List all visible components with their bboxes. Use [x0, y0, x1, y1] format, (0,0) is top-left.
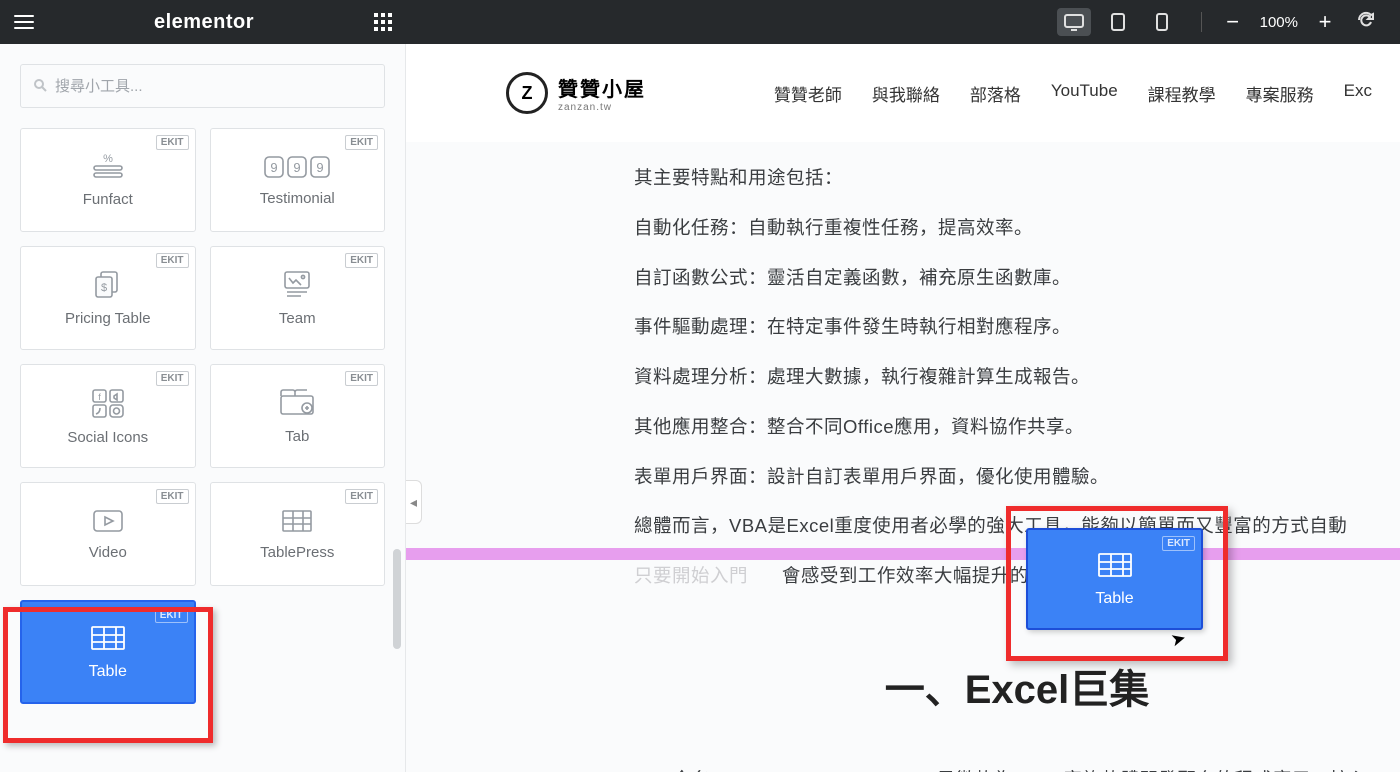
social-icon: f — [90, 387, 126, 419]
table-icon — [1095, 550, 1135, 580]
widget-funfact[interactable]: EKIT % Funfact — [20, 128, 196, 232]
nav-item[interactable]: YouTube — [1051, 81, 1118, 106]
separator — [1201, 12, 1202, 32]
widget-testimonial[interactable]: EKIT 9 9 9 Testimonial — [210, 128, 386, 232]
zoom-in-button[interactable]: + — [1316, 9, 1334, 35]
zoom-out-button[interactable]: − — [1224, 9, 1242, 35]
article-paragraph: 其他應用整合：整合不同Office應用，資料協作共享。 — [634, 413, 1400, 441]
site-nav: 贊贊老師 與我聯絡 部落格 YouTube 課程教學 專案服務 Exc — [774, 81, 1372, 106]
preview-canvas: ◂ Z 贊贊小屋 zanzan.tw 贊贊老師 與我聯絡 部落格 YouTube… — [406, 44, 1400, 772]
widget-label: Table — [89, 663, 127, 681]
video-icon — [91, 508, 125, 534]
table-icon — [88, 623, 128, 653]
brand-label: elementor — [154, 11, 254, 34]
apps-grid-icon[interactable] — [374, 13, 392, 31]
widget-tag: EKIT — [1162, 536, 1195, 551]
search-box — [20, 64, 385, 108]
widget-tag: EKIT — [345, 371, 378, 386]
zoom-value: 100% — [1260, 14, 1298, 31]
widget-team[interactable]: EKIT Team — [210, 246, 386, 350]
drag-ghost-table[interactable]: EKIT Table — [1026, 528, 1203, 630]
widget-tag: EKIT — [156, 489, 189, 504]
svg-text:9: 9 — [271, 160, 278, 175]
widget-tab[interactable]: EKIT Tab — [210, 364, 386, 468]
article-paragraph: 表單用戶界面：設計自訂表單用戶界面，優化使用體驗。 — [634, 463, 1400, 491]
zoom-controls: − 100% + — [1224, 9, 1334, 35]
brand-cn: 贊贊小屋 — [558, 73, 646, 102]
widget-tag: EKIT — [156, 135, 189, 150]
svg-text:9: 9 — [294, 160, 301, 175]
refresh-button[interactable] — [1356, 10, 1376, 35]
widget-label: Table — [1095, 590, 1133, 608]
search-input[interactable] — [55, 78, 372, 95]
widget-tag: EKIT — [155, 608, 188, 623]
nav-item[interactable]: 部落格 — [970, 81, 1021, 106]
brand-en: zanzan.tw — [558, 102, 646, 113]
article-paragraph: 自動化任務：自動執行重複性任務，提高效率。 — [634, 214, 1400, 242]
widget-label: Testimonial — [260, 190, 335, 207]
widget-tag: EKIT — [345, 253, 378, 268]
article-heading: 一、Excel巨集 — [634, 660, 1400, 720]
drop-indicator — [406, 548, 1400, 560]
site-header: Z 贊贊小屋 zanzan.tw 贊贊老師 與我聯絡 部落格 YouTube 課… — [406, 44, 1400, 142]
article-paragraph: VBA全名Visual Baisc Application，是微軟為Office… — [634, 766, 1400, 772]
tablet-view-button[interactable] — [1101, 8, 1135, 36]
widget-table[interactable]: EKIT Table — [20, 600, 196, 704]
widget-tag: EKIT — [345, 135, 378, 150]
widget-tag: EKIT — [156, 371, 189, 386]
widget-label: TablePress — [260, 544, 334, 561]
nav-item[interactable]: 贊贊老師 — [774, 81, 842, 106]
widget-label: Pricing Table — [65, 310, 151, 327]
nav-item[interactable]: 課程教學 — [1148, 81, 1216, 106]
article-paragraph: 總體而言，VBA是Excel重度使用者必學的強大工具，能夠以簡單而又豐富的方式自… — [634, 512, 1400, 540]
widget-tag: EKIT — [156, 253, 189, 268]
nav-item[interactable]: 專案服務 — [1246, 81, 1314, 106]
svg-text:$: $ — [101, 282, 107, 294]
panel-collapse-button[interactable]: ◂ — [406, 480, 422, 524]
mobile-view-button[interactable] — [1145, 8, 1179, 36]
tab-icon — [277, 388, 317, 418]
widget-label: Tab — [285, 428, 309, 445]
widget-social-icons[interactable]: EKIT f Social Icons — [20, 364, 196, 468]
pricing-icon: $ — [90, 270, 126, 300]
article-paragraph: 自訂函數公式：靈活自定義函數，補充原生函數庫。 — [634, 264, 1400, 292]
article-body: 其主要特點和用途包括： 自動化任務：自動執行重複性任務，提高效率。 自訂函數公式… — [406, 142, 1400, 772]
article-paragraph: 事件驅動處理：在特定事件發生時執行相對應程序。 — [634, 313, 1400, 341]
search-icon — [33, 78, 47, 95]
article-paragraph: 資料處理分析：處理大數據，執行複雜計算生成報告。 — [634, 363, 1400, 391]
widget-pricing-table[interactable]: EKIT $ Pricing Table — [20, 246, 196, 350]
menu-icon[interactable] — [14, 15, 34, 29]
widget-label: Team — [279, 310, 316, 327]
nav-item[interactable]: 與我聯絡 — [872, 81, 940, 106]
svg-text:f: f — [98, 392, 101, 402]
svg-text:%: % — [103, 153, 113, 165]
widget-tag: EKIT — [345, 489, 378, 504]
widget-label: Video — [89, 544, 127, 561]
tablepress-icon — [280, 508, 314, 534]
funfact-icon: % — [88, 153, 128, 181]
team-icon — [281, 270, 313, 300]
widget-tablepress[interactable]: EKIT TablePress — [210, 482, 386, 586]
scrollbar-thumb[interactable] — [393, 549, 401, 649]
article-paragraph: 只要開始入門 會感受到工作效率大幅提升的巨大潛能。 — [634, 562, 1400, 590]
logo-mark-icon: Z — [506, 72, 548, 114]
responsive-controls — [1057, 8, 1179, 36]
desktop-view-button[interactable] — [1057, 8, 1091, 36]
nav-item[interactable]: Exc — [1344, 81, 1372, 106]
site-logo[interactable]: Z 贊贊小屋 zanzan.tw — [506, 72, 646, 114]
article-paragraph: 其主要特點和用途包括： — [634, 164, 1400, 192]
svg-text:9: 9 — [317, 160, 324, 175]
widget-video[interactable]: EKIT Video — [20, 482, 196, 586]
testimonial-icon: 9 9 9 — [262, 154, 332, 180]
widget-label: Funfact — [83, 191, 133, 208]
widget-panel: EKIT % Funfact EKIT 9 9 9 Testimonial EK… — [0, 44, 406, 772]
widget-label: Social Icons — [67, 429, 148, 446]
editor-topbar: elementor − 100% + — [0, 0, 1400, 44]
